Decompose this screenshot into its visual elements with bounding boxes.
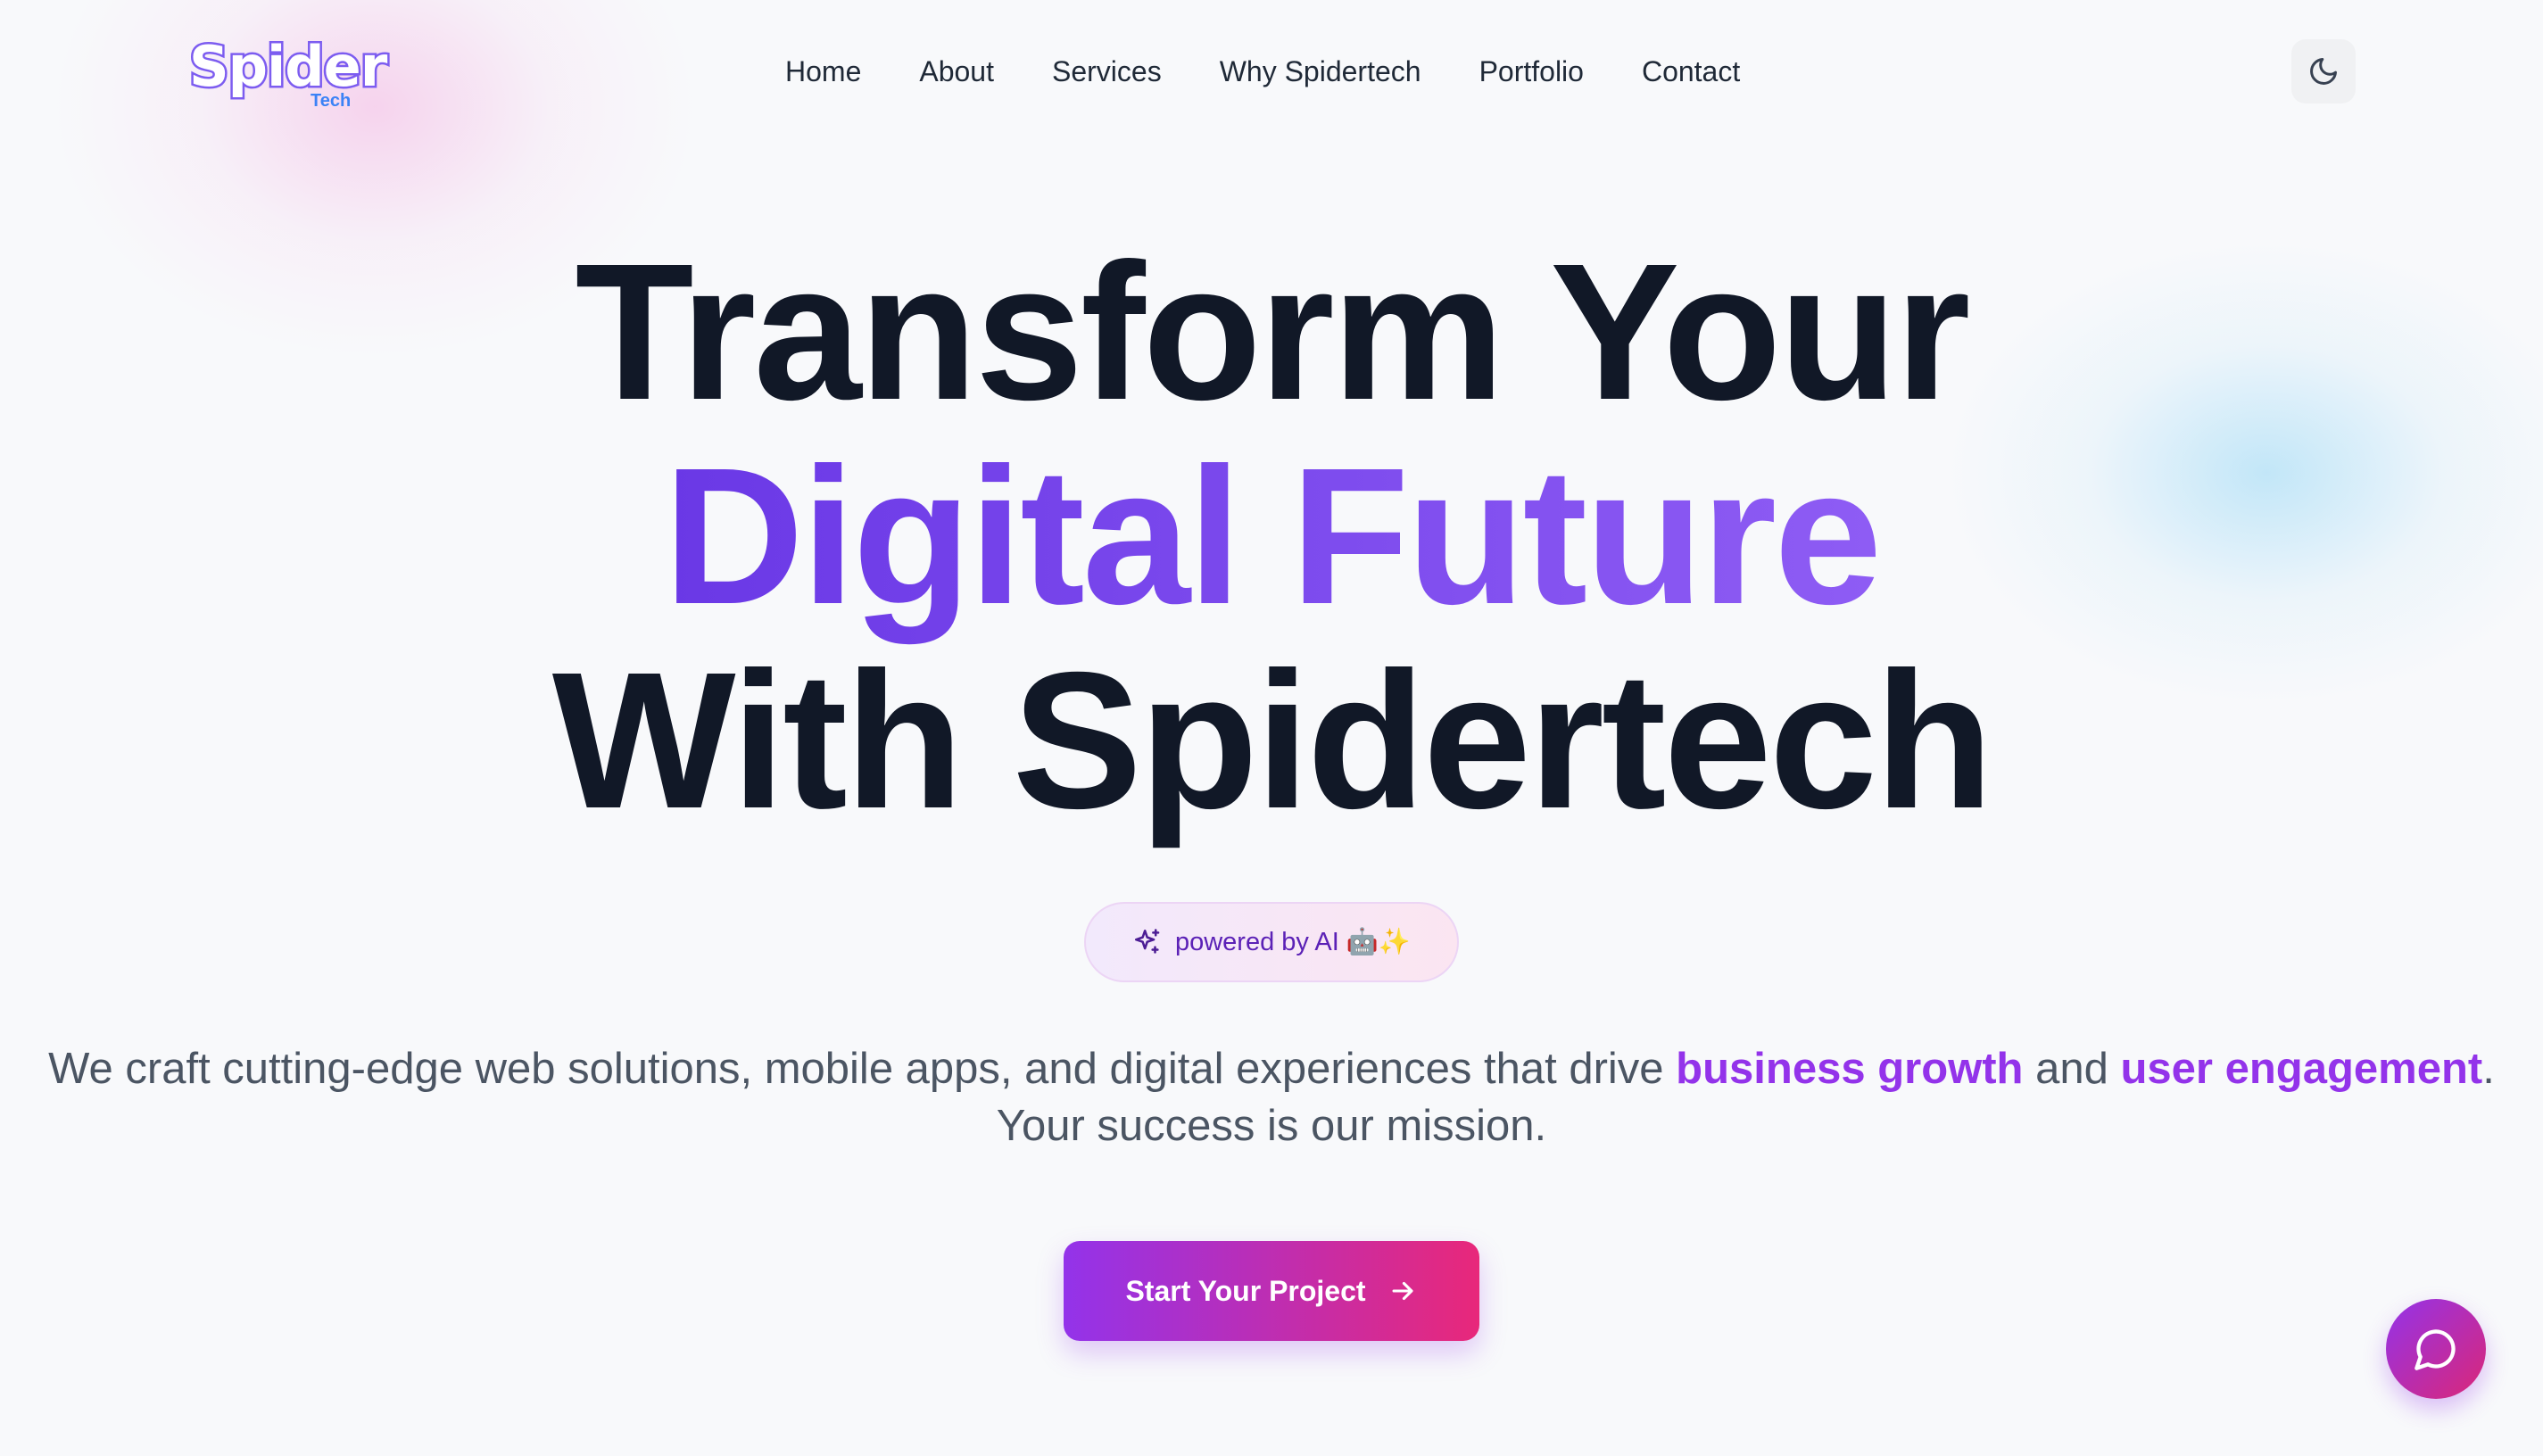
arrow-right-icon <box>1392 1281 1413 1301</box>
tagline-text-1: We craft cutting-edge web solutions, mob… <box>48 1045 1677 1093</box>
nav-link-services[interactable]: Services <box>1052 55 1162 88</box>
nav-link-portfolio[interactable]: Portfolio <box>1479 55 1584 88</box>
nav-link-about[interactable]: About <box>919 55 994 88</box>
tagline-text-2: and <box>2023 1045 2121 1093</box>
logo-wordmark: Spider <box>186 33 389 100</box>
start-your-project-button[interactable]: Start Your Project <box>1064 1241 1479 1341</box>
nav-link-why-spidertech[interactable]: Why Spidertech <box>1220 55 1421 88</box>
chat-bubble-icon <box>2415 1329 2456 1370</box>
nav-link-contact[interactable]: Contact <box>1642 55 1740 88</box>
badge-text: powered by AI 🤖✨ <box>1174 928 1412 956</box>
nav-link-home[interactable]: Home <box>785 55 861 88</box>
hero-heading-line-2: Digital Future <box>0 434 2543 640</box>
sparkles-icon <box>1134 929 1160 954</box>
main-nav: Home About Services Why Spidertech Portf… <box>785 46 1740 96</box>
hero-heading-line-1: Transform Your <box>575 224 1970 441</box>
cta-label: Start Your Project <box>1125 1274 1366 1307</box>
hero-tagline: We craft cutting-edge web solutions, mob… <box>0 1040 2543 1154</box>
chat-widget-button[interactable] <box>2386 1299 2486 1399</box>
site-header: Spider Tech Home About Services Why Spid… <box>0 0 2543 143</box>
theme-toggle-button[interactable] <box>2291 39 2356 103</box>
hero-heading-highlight: Digital Future <box>663 428 1883 645</box>
powered-by-ai-badge: powered by AI 🤖✨ <box>1084 902 1459 982</box>
moon-icon <box>2310 58 2337 85</box>
spidertech-logo[interactable]: Spider Tech <box>186 33 389 116</box>
logo-subtext: Tech <box>311 91 352 111</box>
tagline-highlight-business-growth: business growth <box>1676 1045 2024 1093</box>
tagline-highlight-user-engagement: user engagement <box>2120 1045 2483 1093</box>
hero-heading-line-3: With Spidertech <box>551 633 1993 849</box>
